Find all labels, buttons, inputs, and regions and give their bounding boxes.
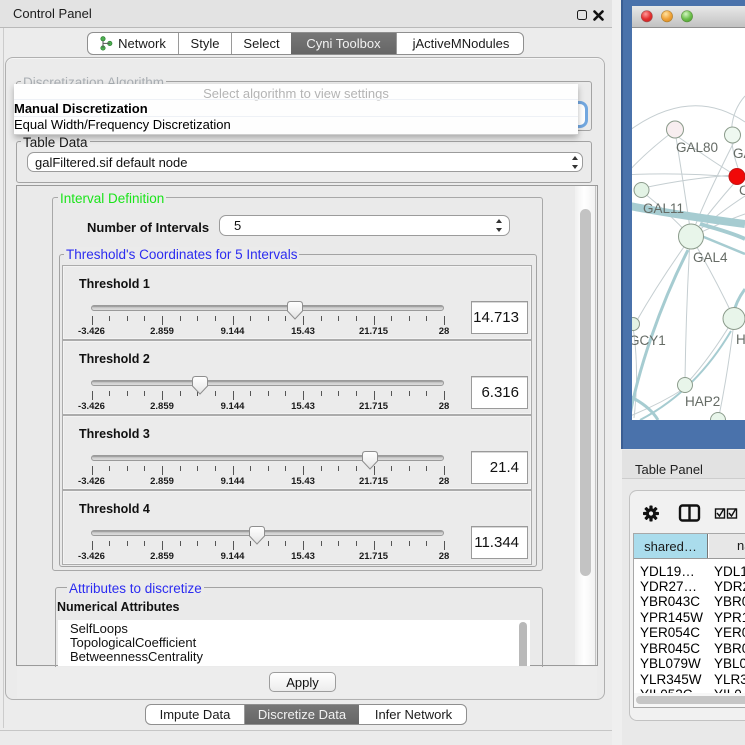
svg-text:GAL4: GAL4 [693, 250, 728, 265]
svg-text:GAL80: GAL80 [676, 140, 718, 155]
svg-text:GCY1: GCY1 [632, 333, 666, 348]
svg-text:GAL11: GAL11 [643, 201, 684, 216]
svg-text:C: C [739, 183, 745, 198]
svg-text:H: H [736, 332, 745, 347]
svg-text:GA: GA [733, 146, 745, 161]
svg-text:HAP2: HAP2 [685, 394, 720, 409]
